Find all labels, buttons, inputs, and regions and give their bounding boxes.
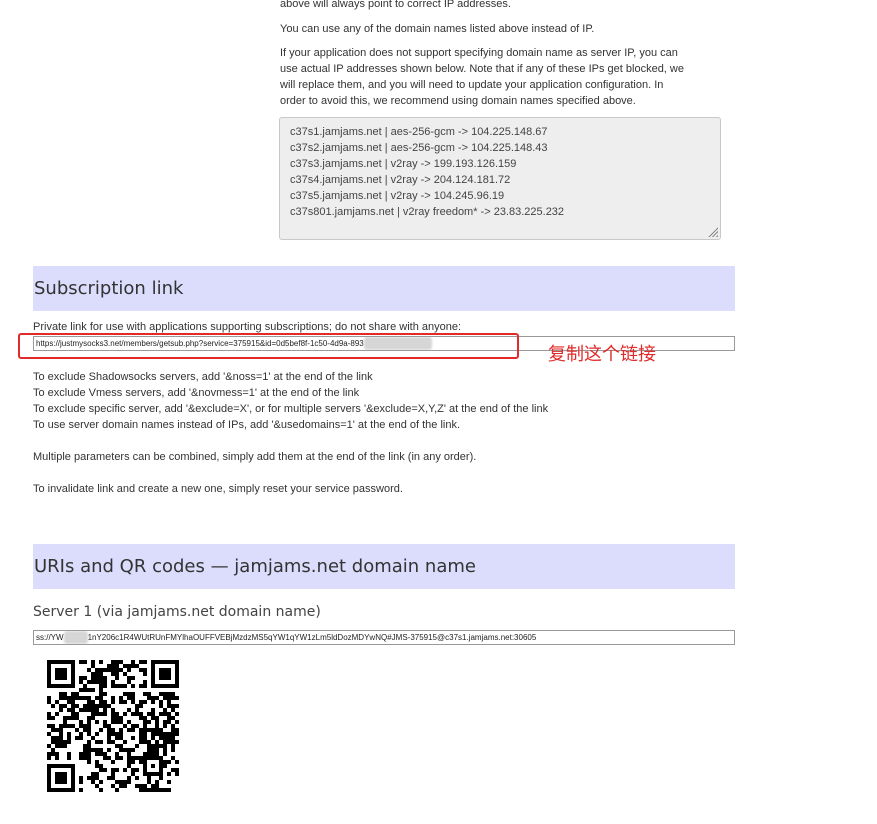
param-line: To exclude Shadowsocks servers, add '&no… (33, 371, 373, 383)
param-line: To use server domain names instead of IP… (33, 419, 461, 431)
invalidate-note: To invalidate link and create a new one,… (33, 483, 403, 495)
ip-list-item: c37s3.jamjams.net | v2ray -> 199.193.126… (290, 158, 517, 170)
ip-list-item: c37s1.jamjams.net | aes-256-gcm -> 104.2… (290, 126, 548, 138)
info-text-ip-note-line: use actual IP addresses shown below. Not… (280, 63, 684, 75)
copy-link-annotation: 复制这个链接 (548, 344, 656, 365)
server1-uri-rest: 1nY206c1R4WUtRUnFMYlhaOUFFVEBjMzdzMS5qYW… (87, 633, 537, 642)
info-text-ip-note-line: If your application does not support spe… (280, 47, 678, 59)
server1-uri-prefix: ss://YW (36, 633, 64, 642)
server1-title: Server 1 (via jamjams.net domain name) (33, 604, 321, 620)
ip-list-item: c37s5.jamjams.net | v2ray -> 104.245.96.… (290, 190, 505, 202)
info-text-domains-note: above will always point to correct IP ad… (280, 0, 511, 10)
ip-list-item: c37s801.jamjams.net | v2ray freedom* -> … (290, 206, 565, 218)
info-text-ip-note-line: order to avoid this, we recommend using … (280, 95, 636, 107)
info-text-use-domains: You can use any of the domain names list… (280, 23, 595, 35)
qr-code-icon (47, 660, 179, 792)
ip-list-item: c37s2.jamjams.net | aes-256-gcm -> 104.2… (290, 142, 548, 154)
uris-section-header: URIs and QR codes — jamjams.net domain n… (33, 544, 735, 589)
subscription-section-title: Subscription link (34, 278, 184, 299)
subscription-section-header: Subscription link (33, 266, 735, 311)
highlight-annotation-box (18, 333, 519, 359)
ip-address-textarea[interactable]: c37s1.jamjams.net | aes-256-gcm -> 104.2… (279, 117, 721, 240)
info-text-ip-note: If your application does not support spe… (280, 45, 720, 109)
param-line: To exclude Vmess servers, add '&novmess=… (33, 387, 360, 399)
ip-list-item: c37s4.jamjams.net | v2ray -> 204.124.181… (290, 174, 511, 186)
combine-note: Multiple parameters can be combined, sim… (33, 451, 477, 463)
param-line: To exclude specific server, add '&exclud… (33, 403, 549, 415)
subscription-params: To exclude Shadowsocks servers, add '&no… (33, 369, 548, 433)
server1-uri-input[interactable]: ss://YWxxxxxx1nY206c1R4WUtRUnFMYlhaOUFFV… (33, 630, 735, 645)
server1-uri-obscured: xxxxxx (63, 631, 88, 644)
textarea-resize-handle[interactable] (707, 226, 718, 237)
uris-section-title: URIs and QR codes — jamjams.net domain n… (34, 556, 476, 577)
info-text-ip-note-line: will replace them, and you will need to … (280, 79, 664, 91)
